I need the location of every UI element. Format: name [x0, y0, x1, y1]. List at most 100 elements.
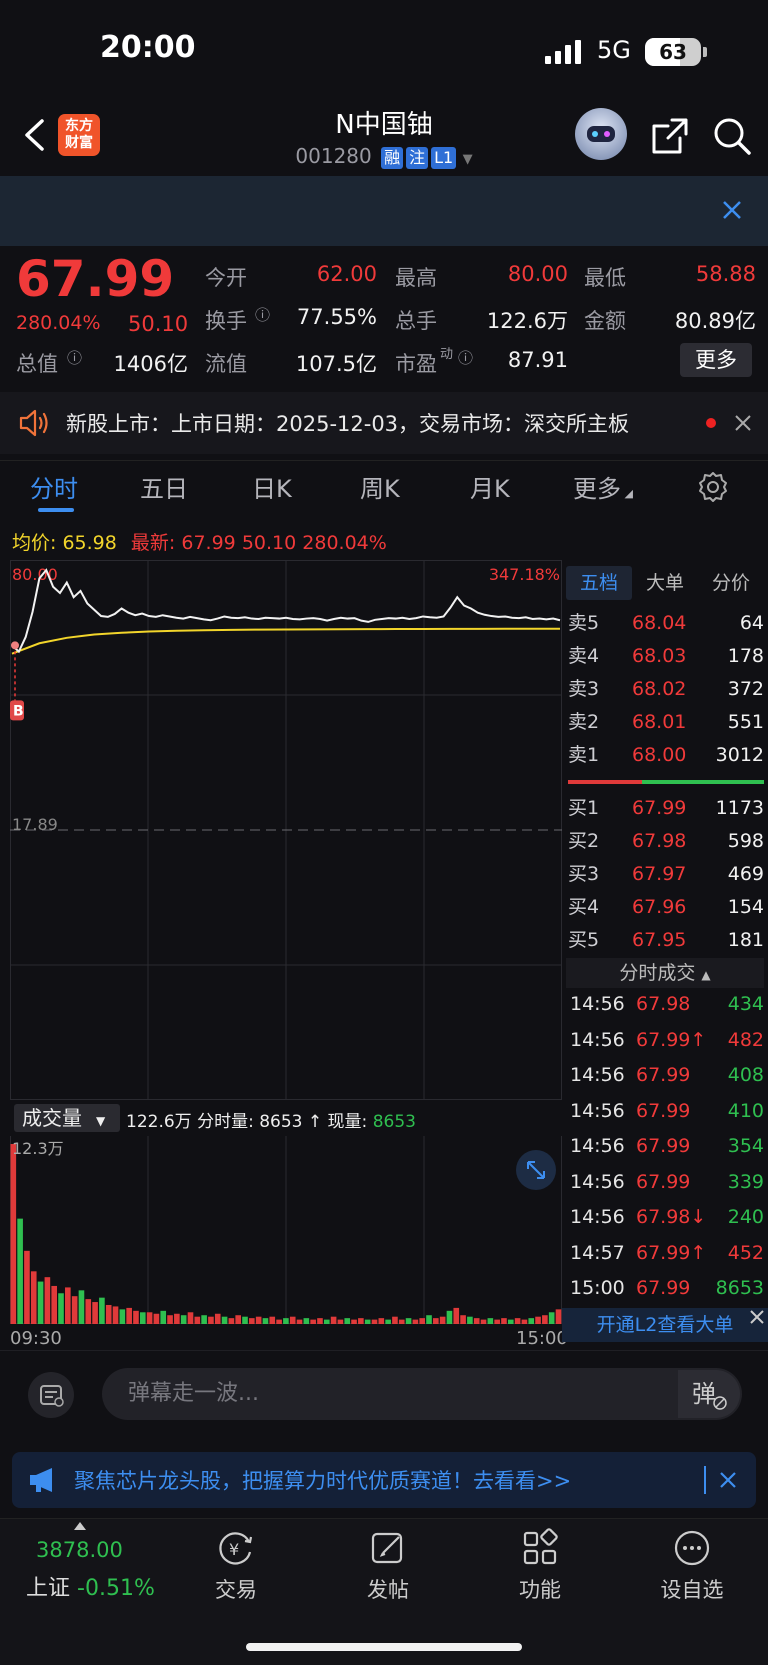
tab-price-distribution[interactable]: 分价 [698, 566, 764, 600]
volume-bar [194, 1316, 201, 1324]
volume-bar [323, 1319, 330, 1324]
intraday-price-chart[interactable]: 80.00 347.18% 17.89 B [10, 560, 562, 1100]
bid-row[interactable]: 买1 67.99 1173 [568, 792, 764, 825]
volume-bar [17, 1218, 23, 1324]
tick-row: 14:56 67.98 434 [568, 987, 764, 1022]
volume-bar [514, 1318, 521, 1324]
info-icon[interactable]: ⓘ [67, 347, 82, 368]
tick-price: 67.99 [636, 1099, 691, 1122]
dropdown-caret-icon: ▼ [462, 152, 473, 167]
assistant-robot-avatar[interactable] [575, 108, 627, 160]
stat-value: 107.5亿 [295, 352, 377, 376]
tab-daily-k[interactable]: 日K [252, 469, 292, 504]
active-tab-indicator [38, 508, 74, 512]
volume-bar [426, 1315, 432, 1324]
stat-label: 今开 [205, 266, 247, 290]
bid-row[interactable]: 买3 67.97 469 [568, 858, 764, 891]
volume-bar [351, 1319, 357, 1324]
volume-indicator-select[interactable]: 成交量 ▼ [14, 1104, 120, 1132]
l2-upgrade-banner[interactable]: 开通L2查看大单 [562, 1308, 768, 1342]
volume-bar [337, 1319, 344, 1324]
nav-trade[interactable]: ¥ 交易 [186, 1528, 286, 1604]
volume-bar [214, 1313, 221, 1324]
search-icon[interactable] [712, 116, 752, 156]
info-icon[interactable]: ⓘ [255, 304, 270, 325]
speaker-icon [19, 409, 48, 437]
volume-bar [392, 1316, 398, 1324]
more-stats-button[interactable]: 更多 [680, 343, 752, 377]
volume-bar [10, 1144, 17, 1324]
tab-large-orders[interactable]: 大单 [632, 566, 698, 600]
edit-icon [371, 1532, 403, 1564]
bid-label: 买3 [568, 863, 600, 885]
volume-bar [167, 1315, 173, 1324]
danmaku-input[interactable]: 弹幕走一波... [102, 1368, 742, 1420]
index-value[interactable]: 3878.00 [36, 1538, 123, 1562]
battery-tip [703, 47, 707, 57]
tab-five-day[interactable]: 五日 [140, 469, 188, 504]
tick-price: 67.99 [636, 1277, 691, 1299]
volume-bar [419, 1318, 426, 1324]
current-volume-label: 现量: [327, 1112, 368, 1132]
gear-icon[interactable] [696, 470, 730, 504]
volume-bar [283, 1318, 289, 1324]
ask-row[interactable]: 卖5 68.04 64 [568, 607, 764, 640]
ask-row[interactable]: 卖3 68.02 372 [568, 673, 764, 706]
close-icon[interactable] [718, 1470, 738, 1490]
trade-icon: ¥ [219, 1532, 253, 1565]
volume-chart[interactable]: 12.3万 [10, 1136, 562, 1324]
tab-five-levels[interactable]: 五档 [566, 566, 632, 600]
tick-time: 14:56 [570, 1028, 625, 1051]
tab-intraday[interactable]: 分时 [30, 469, 78, 504]
volume-bar [30, 1271, 37, 1324]
volume-bar [494, 1319, 500, 1324]
volume-bar [126, 1307, 132, 1324]
volume-bar [548, 1312, 555, 1324]
close-icon[interactable] [720, 198, 744, 222]
volume-bar [542, 1315, 548, 1324]
close-icon[interactable] [734, 414, 752, 432]
nav-watchlist[interactable]: 设自选 [642, 1528, 742, 1604]
volume-bar [330, 1316, 337, 1324]
bid-row[interactable]: 买4 67.96 154 [568, 891, 764, 924]
volume-bar [433, 1318, 439, 1324]
bid-volume: 1173 [715, 797, 764, 819]
index-ticker[interactable]: 上证 -0.51% [26, 1570, 155, 1602]
nav-post[interactable]: 发帖 [338, 1528, 438, 1604]
promo-text: 聚焦芯片龙头股，把握算力时代优质赛道！去看看>> [74, 1469, 572, 1493]
share-icon[interactable] [650, 116, 690, 156]
close-icon[interactable] [748, 1308, 766, 1326]
ask-price: 68.04 [632, 612, 687, 634]
ask-row[interactable]: 卖1 68.00 3012 [568, 739, 764, 772]
danmaku-glyph: 弹 [692, 1380, 716, 1408]
expand-chart-button[interactable] [516, 1150, 556, 1190]
tick-volume: 452 [727, 1241, 764, 1264]
stat-label: 总手 [395, 309, 437, 333]
volume-bar [535, 1316, 541, 1324]
bid-volume: 469 [727, 863, 764, 885]
nav-functions[interactable]: 功能 [490, 1528, 590, 1604]
danmaku-toggle-button[interactable]: 弹 [678, 1370, 740, 1418]
tab-monthly-k[interactable]: 月K [470, 469, 510, 504]
tick-volume: 8653 [715, 1277, 764, 1299]
tick-volume: 482 [727, 1028, 764, 1051]
tab-more[interactable]: 更多 ◢ [573, 469, 633, 504]
comment-list-icon[interactable] [28, 1372, 74, 1418]
bid-row[interactable]: 买5 67.95 181 [568, 924, 764, 957]
volume-bar [201, 1315, 207, 1324]
tick-row: 14:56 67.99 354 [568, 1129, 764, 1164]
stat-value: 77.55% [296, 305, 377, 329]
volume-bar [85, 1299, 92, 1324]
tick-trades-header[interactable]: 分时成交 ▲ [566, 958, 764, 988]
volume-bar [358, 1318, 364, 1324]
ask-row[interactable]: 卖4 68.03 178 [568, 640, 764, 673]
ask-row[interactable]: 卖2 68.01 551 [568, 706, 764, 739]
battery-percent: 63 [659, 40, 687, 64]
volume-bar [460, 1315, 466, 1324]
bid-row[interactable]: 买2 67.98 598 [568, 825, 764, 858]
stat-value: 122.6万 [486, 309, 568, 333]
tab-weekly-k[interactable]: 周K [360, 469, 400, 504]
ad-banner[interactable] [0, 176, 768, 246]
change-percent: 280.04% [16, 312, 101, 334]
tick-trades-title: 分时成交 [619, 962, 696, 984]
